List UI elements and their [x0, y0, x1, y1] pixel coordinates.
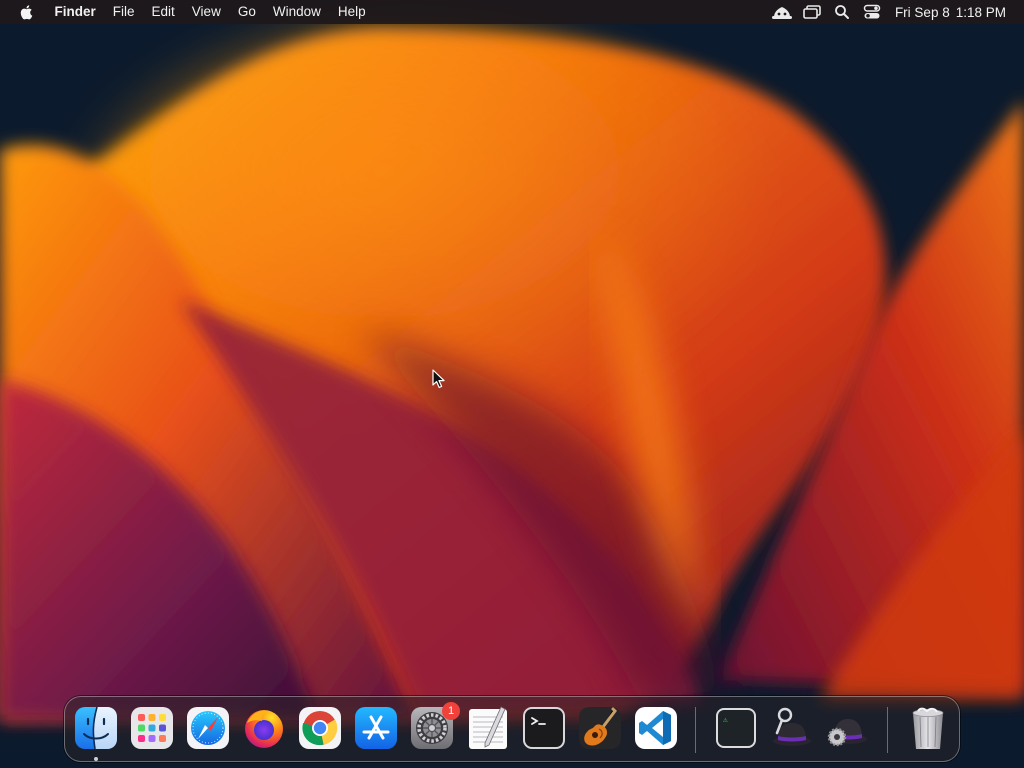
- menu-app-name[interactable]: Finder: [46, 0, 104, 24]
- menu-file[interactable]: File: [104, 0, 143, 24]
- clock-time: 1:18 PM: [955, 4, 1006, 20]
- menu-window[interactable]: Window: [264, 0, 329, 24]
- dock-alfred-preferences[interactable]: [823, 705, 869, 751]
- chrome-icon: [299, 707, 341, 749]
- spotlight-search-icon[interactable]: [827, 0, 857, 24]
- dock-app-store[interactable]: [353, 705, 399, 751]
- menu-go[interactable]: Go: [229, 0, 264, 24]
- dock: 1 ⚠: [64, 696, 960, 762]
- dock-vscode[interactable]: [633, 705, 679, 751]
- menu-bar: Finder File Edit View Go Window Help Fri…: [0, 0, 1024, 24]
- dock-terminal[interactable]: [521, 705, 567, 751]
- garageband-icon: [579, 707, 621, 749]
- dock-chrome[interactable]: [297, 705, 343, 751]
- trash-icon: [912, 707, 944, 749]
- user-profile-icon[interactable]: [767, 0, 797, 24]
- finder-icon: [75, 706, 117, 750]
- desktop-wallpaper: [0, 0, 1024, 768]
- alfred-preferences-icon: [827, 719, 867, 747]
- menu-help[interactable]: Help: [329, 0, 374, 24]
- menu-edit[interactable]: Edit: [143, 0, 183, 24]
- apple-logo-icon[interactable]: [19, 3, 35, 21]
- dock-launchpad[interactable]: [129, 705, 175, 751]
- dock-textedit[interactable]: [465, 705, 511, 751]
- screen-mirroring-icon[interactable]: [797, 0, 827, 24]
- dock-safari[interactable]: [185, 705, 231, 751]
- dock-alfred[interactable]: [767, 705, 813, 751]
- launchpad-icon: [131, 707, 173, 749]
- finder-running-indicator: [94, 757, 98, 761]
- menu-bar-clock[interactable]: Fri Sep 8 1:18 PM: [895, 5, 1006, 20]
- app-store-icon: [355, 707, 397, 749]
- dock-firefox[interactable]: [241, 705, 287, 751]
- vscode-icon: [635, 707, 677, 749]
- system-settings-badge: 1: [442, 702, 460, 720]
- terminal-icon: [523, 707, 565, 749]
- mouse-pointer-icon: [432, 369, 446, 389]
- clock-date: Fri Sep 8: [894, 4, 950, 20]
- dock-separator: [695, 707, 696, 753]
- textedit-icon: [469, 706, 507, 749]
- menu-view[interactable]: View: [183, 0, 229, 24]
- console-icon: ⚠: [716, 708, 756, 748]
- dock-trash[interactable]: [905, 705, 951, 751]
- svg-text:⚠: ⚠: [723, 715, 728, 724]
- safari-icon: [187, 707, 229, 749]
- control-center-icon[interactable]: [857, 0, 887, 24]
- dock-finder[interactable]: [73, 705, 119, 751]
- dock-separator-trash: [887, 707, 888, 753]
- dock-console[interactable]: ⚠: [713, 705, 759, 751]
- alfred-icon: [773, 707, 811, 746]
- firefox-icon: [245, 710, 283, 748]
- dock-garageband[interactable]: [577, 705, 623, 751]
